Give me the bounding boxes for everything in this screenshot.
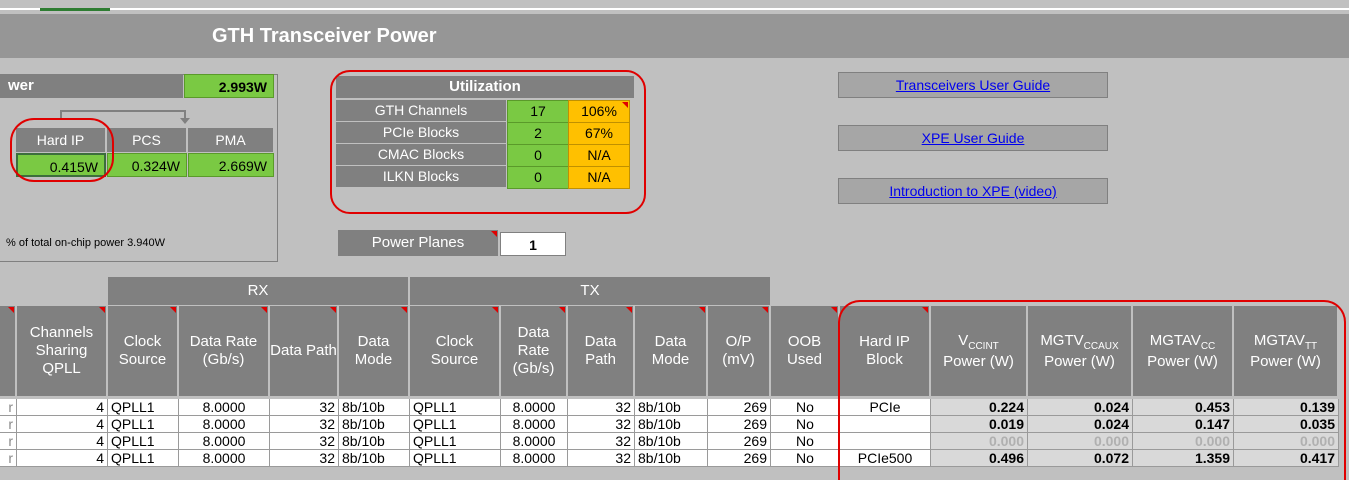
col-rx-clock-source: Clock Source	[108, 306, 178, 396]
cell-tx-rate[interactable]: 8.0000	[501, 433, 568, 450]
link-text[interactable]: Transceivers User Guide	[896, 77, 1050, 93]
rx-group-header: RX	[108, 277, 408, 305]
cell-sharing[interactable]: 4	[17, 433, 108, 450]
col-tx-data-rate: Data Rate (Gb/s)	[501, 306, 567, 396]
cell-rx-path[interactable]: 32	[270, 450, 339, 467]
cell-tx-mode[interactable]: 8b/10b	[635, 433, 708, 450]
cell-rx-mode[interactable]: 8b/10b	[339, 450, 410, 467]
power-planes-label: Power Planes	[338, 230, 498, 256]
highlight-hard-ip	[10, 118, 114, 182]
sheet-banner: GTH Transceiver Power	[0, 14, 1349, 58]
cell-sharing[interactable]: 4	[17, 416, 108, 433]
col-tx-data-path: Data Path	[568, 306, 634, 396]
power-summary-label: wer	[0, 74, 183, 98]
cell-tx-mode[interactable]: 8b/10b	[635, 399, 708, 416]
page-title: GTH Transceiver Power	[212, 25, 437, 47]
cell-tx-rate[interactable]: 8.0000	[501, 416, 568, 433]
col-tx-clock-source: Clock Source	[410, 306, 500, 396]
pcs-power-value[interactable]: 0.324W	[107, 153, 187, 177]
cell-rx-mode[interactable]: 8b/10b	[339, 433, 410, 450]
col-stub	[0, 306, 16, 396]
cell-oob[interactable]: No	[771, 433, 840, 450]
cell-rx-clock[interactable]: QPLL1	[108, 450, 179, 467]
tx-group-header: TX	[410, 277, 770, 305]
row-stub: r	[0, 416, 17, 433]
cell-op[interactable]: 269	[708, 450, 771, 467]
cell-sharing[interactable]: 4	[17, 450, 108, 467]
arrow-down-icon	[180, 118, 190, 124]
col-pma: PMA	[188, 128, 274, 152]
cell-rx-rate[interactable]: 8.0000	[179, 450, 270, 467]
total-power-value[interactable]: 2.993W	[184, 74, 274, 98]
cell-rx-clock[interactable]: QPLL1	[108, 433, 179, 450]
cell-rx-path[interactable]: 32	[270, 399, 339, 416]
col-op-mv: O/P (mV)	[708, 306, 770, 396]
cell-rx-mode[interactable]: 8b/10b	[339, 416, 410, 433]
cell-op[interactable]: 269	[708, 416, 771, 433]
link-text[interactable]: XPE User Guide	[922, 130, 1025, 146]
col-rx-data-path: Data Path	[270, 306, 338, 396]
cell-op[interactable]: 269	[708, 399, 771, 416]
selected-tab-marker	[40, 8, 110, 11]
cell-tx-rate[interactable]: 8.0000	[501, 399, 568, 416]
row-stub: r	[0, 450, 17, 467]
cell-tx-rate[interactable]: 8.0000	[501, 450, 568, 467]
onchip-power-note: % of total on-chip power 3.940W	[6, 237, 165, 249]
cell-tx-path[interactable]: 32	[568, 416, 635, 433]
cell-rx-rate[interactable]: 8.0000	[179, 399, 270, 416]
row-stub: r	[0, 433, 17, 450]
highlight-utilization	[330, 70, 646, 214]
cell-oob[interactable]: No	[771, 416, 840, 433]
cell-op[interactable]: 269	[708, 433, 771, 450]
cell-rx-rate[interactable]: 8.0000	[179, 433, 270, 450]
col-tx-data-mode: Data Mode	[635, 306, 707, 396]
col-oob-used: OOB Used	[771, 306, 839, 396]
cell-rx-clock[interactable]: QPLL1	[108, 416, 179, 433]
cell-rx-clock[interactable]: QPLL1	[108, 399, 179, 416]
col-pcs: PCS	[107, 128, 187, 152]
cell-tx-mode[interactable]: 8b/10b	[635, 416, 708, 433]
cell-oob[interactable]: No	[771, 399, 840, 416]
col-channels-sharing-qpll: Channels Sharing QPLL	[17, 306, 107, 396]
top-border	[0, 8, 1349, 10]
row-stub: r	[0, 399, 17, 416]
cell-rx-path[interactable]: 32	[270, 416, 339, 433]
cell-tx-mode[interactable]: 8b/10b	[635, 450, 708, 467]
cell-tx-path[interactable]: 32	[568, 399, 635, 416]
cell-tx-path[interactable]: 32	[568, 433, 635, 450]
cell-tx-clock[interactable]: QPLL1	[410, 450, 501, 467]
col-rx-data-rate: Data Rate (Gb/s)	[179, 306, 269, 396]
cell-rx-rate[interactable]: 8.0000	[179, 416, 270, 433]
cell-rx-mode[interactable]: 8b/10b	[339, 399, 410, 416]
transceivers-user-guide-link[interactable]: Transceivers User Guide	[838, 72, 1108, 98]
col-rx-data-mode: Data Mode	[339, 306, 409, 396]
pma-power-value[interactable]: 2.669W	[188, 153, 274, 177]
cell-rx-path[interactable]: 32	[270, 433, 339, 450]
intro-xpe-video-link[interactable]: Introduction to XPE (video)	[838, 178, 1108, 204]
xpe-user-guide-link[interactable]: XPE User Guide	[838, 125, 1108, 151]
cell-oob[interactable]: No	[771, 450, 840, 467]
cell-tx-path[interactable]: 32	[568, 450, 635, 467]
link-text[interactable]: Introduction to XPE (video)	[889, 183, 1056, 199]
cell-tx-clock[interactable]: QPLL1	[410, 399, 501, 416]
cell-sharing[interactable]: 4	[17, 399, 108, 416]
power-planes-input[interactable]: 1	[500, 232, 566, 256]
cell-tx-clock[interactable]: QPLL1	[410, 416, 501, 433]
highlight-power-columns	[838, 300, 1346, 480]
cell-tx-clock[interactable]: QPLL1	[410, 433, 501, 450]
